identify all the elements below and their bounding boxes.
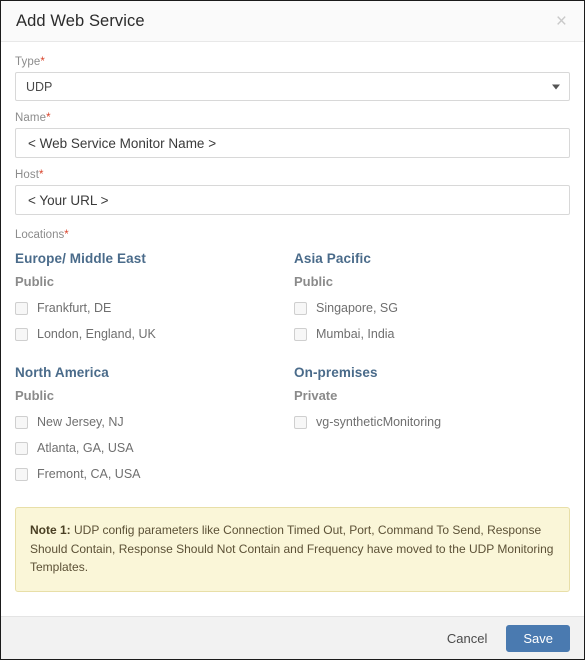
name-label-text: Name	[15, 112, 47, 124]
region-visibility: Private	[294, 388, 338, 403]
checkbox-icon[interactable]	[15, 441, 28, 455]
note-banner: Note 1: UDP config parameters like Conne…	[15, 507, 570, 592]
field-host: Host*	[15, 169, 570, 215]
host-label-text: Host	[15, 169, 40, 181]
dialog-title: Add Web Service	[16, 11, 145, 30]
field-type: Type* UDP	[15, 56, 570, 101]
region-visibility: Public	[15, 388, 55, 403]
location-group-asia-pacific: Asia Pacific Public Singapore, SG Mumbai…	[294, 251, 570, 347]
type-select[interactable]: UDP	[15, 72, 570, 101]
location-group-north-america: North America Public New Jersey, NJ Atla…	[15, 365, 294, 487]
region-visibility: Public	[15, 274, 55, 289]
name-label: Name*	[15, 112, 570, 124]
field-name: Name*	[15, 112, 570, 158]
cancel-button[interactable]: Cancel	[437, 625, 497, 652]
checkbox-icon[interactable]	[294, 327, 307, 341]
type-required-marker: *	[40, 56, 45, 68]
host-label: Host*	[15, 169, 570, 181]
locations-grid: Europe/ Middle East Public Frankfurt, DE…	[15, 251, 570, 505]
dialog-body: Type* UDP Name* Host* Locations* Europe/…	[1, 42, 584, 592]
locations-label-text: Locations	[15, 229, 65, 241]
location-label: Mumbai, India	[316, 327, 395, 341]
save-button[interactable]: Save	[506, 624, 570, 652]
region-visibility: Public	[294, 274, 334, 289]
checkbox-icon[interactable]	[294, 301, 307, 315]
note-body: UDP config parameters like Connection Ti…	[30, 523, 554, 575]
location-checkbox-fremont-ca-usa[interactable]: Fremont, CA, USA	[15, 461, 294, 487]
region-heading: On-premises	[294, 365, 378, 380]
host-input[interactable]	[15, 185, 570, 215]
name-input[interactable]	[15, 128, 570, 158]
region-heading: North America	[15, 365, 109, 380]
type-label: Type*	[15, 56, 570, 68]
checkbox-icon[interactable]	[294, 415, 307, 429]
location-checkbox-london-england-uk[interactable]: London, England, UK	[15, 321, 294, 347]
location-group-europe-middle-east: Europe/ Middle East Public Frankfurt, DE…	[15, 251, 294, 347]
add-web-service-dialog: Add Web Service × Type* UDP Name* Host* …	[0, 0, 585, 660]
location-label: Frankfurt, DE	[37, 301, 112, 315]
checkbox-icon[interactable]	[15, 327, 28, 341]
location-checkbox-atlanta-ga-usa[interactable]: Atlanta, GA, USA	[15, 435, 294, 461]
location-checkbox-vg-syntheticmonitoring[interactable]: vg-syntheticMonitoring	[294, 409, 570, 435]
dialog-footer: Cancel Save	[1, 616, 584, 659]
note-prefix: Note 1:	[30, 523, 71, 537]
locations-required-marker: *	[64, 229, 69, 241]
type-select-wrap: UDP	[15, 72, 570, 101]
dialog-header: Add Web Service ×	[1, 1, 584, 42]
location-group-on-premises: On-premises Private vg-syntheticMonitori…	[294, 365, 570, 487]
location-checkbox-mumbai-india[interactable]: Mumbai, India	[294, 321, 570, 347]
location-checkbox-new-jersey-nj[interactable]: New Jersey, NJ	[15, 409, 294, 435]
close-icon[interactable]: ×	[553, 10, 570, 33]
location-label: vg-syntheticMonitoring	[316, 415, 442, 429]
location-checkbox-frankfurt-de[interactable]: Frankfurt, DE	[15, 295, 294, 321]
checkbox-icon[interactable]	[15, 467, 28, 481]
location-label: Atlanta, GA, USA	[37, 441, 134, 455]
region-heading: Europe/ Middle East	[15, 251, 146, 266]
region-heading: Asia Pacific	[294, 251, 371, 266]
location-checkbox-singapore-sg[interactable]: Singapore, SG	[294, 295, 570, 321]
name-required-marker: *	[46, 112, 51, 124]
location-label: Singapore, SG	[316, 301, 398, 315]
locations-label: Locations*	[15, 229, 570, 241]
host-required-marker: *	[39, 169, 44, 181]
checkbox-icon[interactable]	[15, 301, 28, 315]
note-text: Note 1: UDP config parameters like Conne…	[30, 521, 555, 577]
location-label: London, England, UK	[37, 327, 156, 341]
location-label: New Jersey, NJ	[37, 415, 124, 429]
checkbox-icon[interactable]	[15, 415, 28, 429]
location-label: Fremont, CA, USA	[37, 467, 141, 481]
type-label-text: Type	[15, 56, 41, 68]
